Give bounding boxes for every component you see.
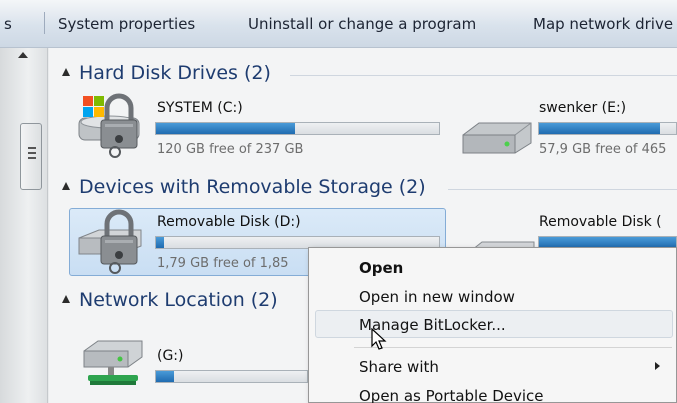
map-network-drive-button[interactable]: Map network drive bbox=[533, 15, 673, 33]
drive-free-space-d: 1,79 GB free of 1,85 bbox=[157, 256, 289, 271]
menu-item-share-with[interactable]: Share with bbox=[359, 358, 439, 376]
drive-name-d[interactable]: Removable Disk (D:) bbox=[157, 214, 301, 230]
bitlocker-lock-usb-icon bbox=[78, 209, 142, 274]
mouse-cursor-icon bbox=[371, 328, 387, 350]
collapse-triangle-icon[interactable] bbox=[62, 182, 70, 190]
drive-free-space-c: 120 GB free of 237 GB bbox=[157, 142, 304, 157]
menu-item-open[interactable]: Open bbox=[359, 259, 403, 277]
toolbar-item-partial[interactable]: s bbox=[4, 15, 12, 33]
network-drive-icon bbox=[83, 340, 143, 385]
context-menu: Open Open in new window Manage BitLocker… bbox=[308, 247, 677, 403]
menu-item-open-new-window[interactable]: Open in new window bbox=[359, 288, 515, 306]
drive-usage-bar-e bbox=[538, 122, 677, 135]
group-header-removable-storage[interactable]: Devices with Removable Storage (2) bbox=[62, 176, 426, 198]
group-title: Network Location (2) bbox=[79, 289, 278, 311]
menu-item-open-portable-device[interactable]: Open as Portable Device bbox=[359, 387, 544, 403]
drive-name-removable-2[interactable]: Removable Disk ( bbox=[539, 214, 662, 230]
command-toolbar: s System properties Uninstall or change … bbox=[0, 0, 677, 48]
group-divider bbox=[290, 75, 677, 76]
usage-fill bbox=[156, 123, 295, 134]
menu-separator bbox=[354, 347, 672, 348]
scroll-up-arrow-icon[interactable] bbox=[18, 52, 28, 58]
hard-drive-icon bbox=[462, 122, 532, 154]
toolbar-separator bbox=[44, 12, 45, 34]
usage-fill bbox=[156, 237, 165, 248]
collapse-triangle-icon[interactable] bbox=[62, 295, 70, 303]
drive-usage-bar-c bbox=[155, 122, 440, 135]
drive-name-e[interactable]: swenker (E:) bbox=[539, 100, 626, 116]
collapse-triangle-icon[interactable] bbox=[62, 68, 70, 76]
scrollbar-grip-icon bbox=[28, 147, 36, 161]
group-title: Hard Disk Drives (2) bbox=[79, 62, 271, 84]
group-title: Devices with Removable Storage (2) bbox=[79, 176, 426, 198]
drive-free-space-e: 57,9 GB free of 465 bbox=[539, 142, 667, 157]
system-properties-button[interactable]: System properties bbox=[58, 15, 195, 33]
bitlocker-lock-drive-icon bbox=[78, 93, 140, 158]
vertical-scrollbar[interactable] bbox=[0, 48, 48, 403]
drive-name-c[interactable]: SYSTEM (C:) bbox=[157, 100, 243, 116]
drive-name-g[interactable]: (G:) bbox=[157, 348, 184, 364]
submenu-arrow-icon bbox=[655, 362, 660, 370]
usage-fill bbox=[539, 123, 660, 134]
usage-fill bbox=[156, 371, 175, 382]
uninstall-program-button[interactable]: Uninstall or change a program bbox=[248, 15, 476, 33]
group-header-hard-disk-drives[interactable]: Hard Disk Drives (2) bbox=[62, 62, 271, 84]
group-divider bbox=[448, 189, 677, 190]
drive-usage-bar-g bbox=[155, 370, 308, 383]
group-header-network-location[interactable]: Network Location (2) bbox=[62, 289, 278, 311]
